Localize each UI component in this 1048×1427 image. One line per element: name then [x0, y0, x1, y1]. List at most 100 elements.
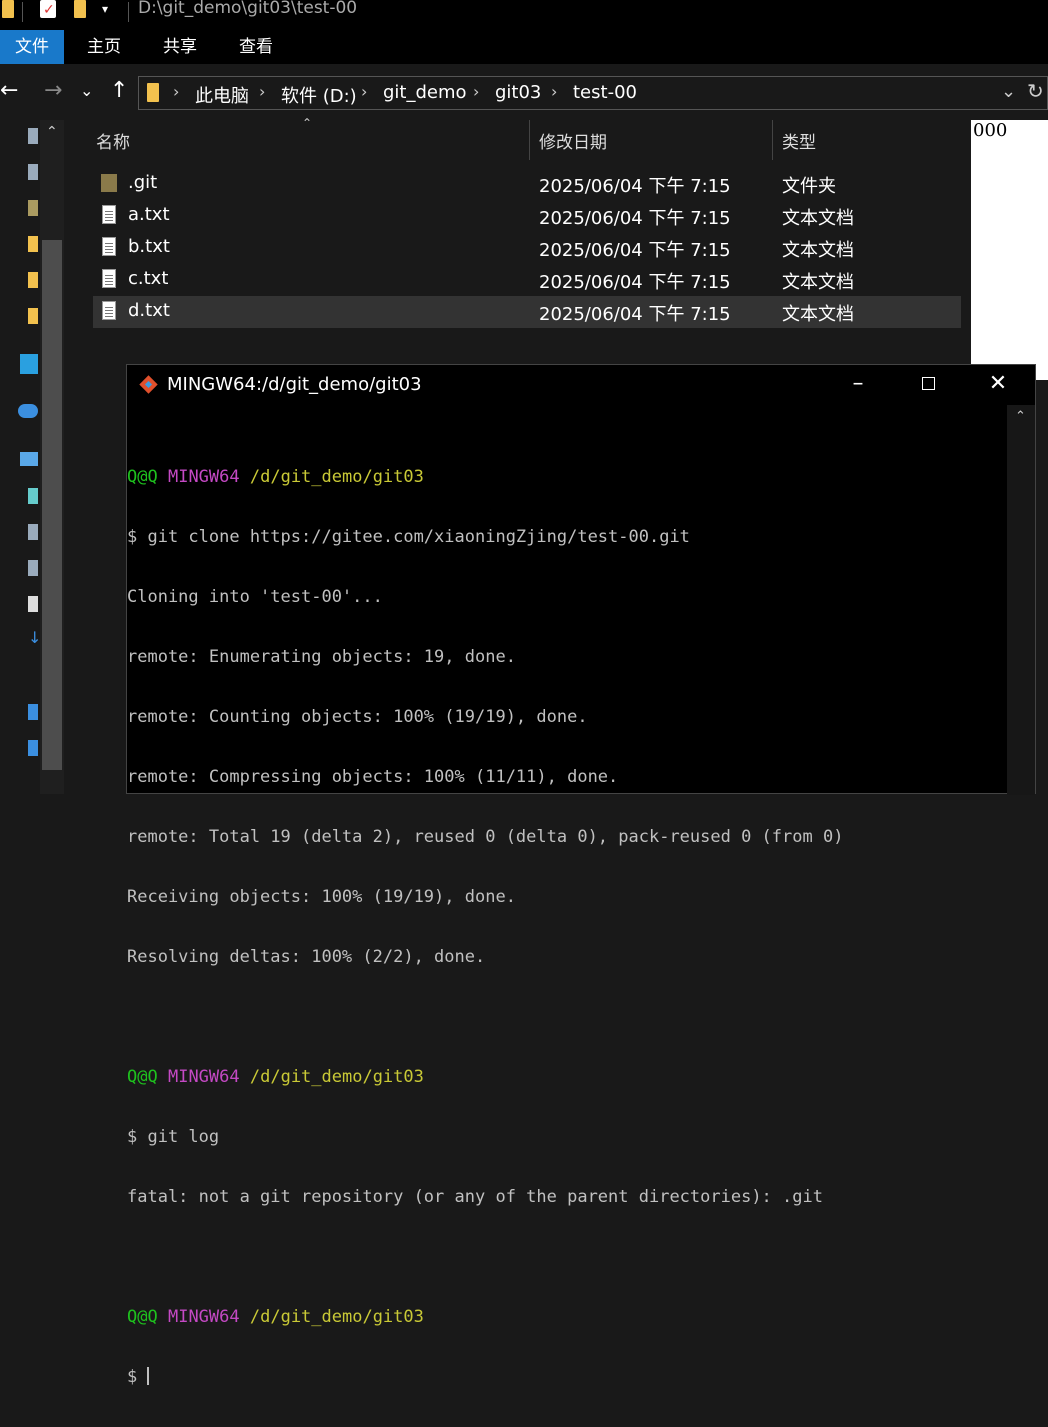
- file-date: 2025/06/04 下午 7:15: [539, 208, 731, 229]
- scroll-up-icon[interactable]: ⌃: [1015, 409, 1026, 424]
- file-row[interactable]: b.txt 2025/06/04 下午 7:15 文本文档: [93, 232, 961, 264]
- terminal-line: remote: Compressing objects: 100% (11/11…: [127, 767, 619, 787]
- maximize-icon[interactable]: [913, 371, 943, 396]
- folder-icon[interactable]: [2, 0, 14, 20]
- documents-icon[interactable]: [28, 596, 38, 612]
- downloads-icon[interactable]: ↓: [28, 628, 41, 647]
- terminal-line: $: [127, 1367, 148, 1387]
- navigation-bar: ← → ⌄ ↑ › 此电脑 › 软件 (D:) › git_demo › git…: [0, 64, 1048, 120]
- folder-icon[interactable]: [28, 200, 38, 216]
- breadcrumb-drive-d[interactable]: 软件 (D:): [281, 82, 357, 108]
- preview-text: 000: [973, 120, 1008, 141]
- terminal-line: remote: Enumerating objects: 19, done.: [127, 647, 516, 667]
- text-file-icon: [102, 301, 116, 320]
- file-date: 2025/06/04 下午 7:15: [539, 240, 731, 261]
- column-headers: ⌃ 名称 修改日期 类型: [66, 116, 970, 160]
- breadcrumb-this-pc[interactable]: 此电脑: [195, 82, 249, 108]
- tab-file[interactable]: 文件: [0, 30, 64, 64]
- terminal-line: $ git log: [127, 1127, 220, 1147]
- scroll-up-icon[interactable]: ⌃: [46, 124, 58, 140]
- text-cursor: [147, 1367, 150, 1385]
- file-name: b.txt: [128, 236, 170, 257]
- properties-icon[interactable]: ✓: [38, 0, 58, 20]
- text-file-icon: [102, 205, 116, 224]
- pictures-icon[interactable]: [28, 560, 38, 576]
- close-icon[interactable]: ✕: [983, 371, 1013, 396]
- tab-home[interactable]: 主页: [78, 30, 130, 64]
- forward-arrow-icon[interactable]: →: [44, 76, 62, 106]
- folder-icon: [147, 83, 161, 103]
- minimize-icon[interactable]: –: [843, 371, 873, 396]
- terminal-title-bar[interactable]: MINGW64:/d/git_demo/git03 – ✕: [127, 365, 1035, 405]
- breadcrumb-git03[interactable]: git03: [495, 82, 541, 103]
- file-date: 2025/06/04 下午 7:15: [539, 272, 731, 293]
- terminal-line: fatal: not a git repository (or any of t…: [127, 1187, 823, 1207]
- drive-icon[interactable]: [28, 740, 38, 756]
- chevron-right-icon[interactable]: ›: [173, 82, 179, 101]
- onedrive-icon[interactable]: [18, 404, 38, 418]
- column-header-type[interactable]: 类型: [782, 128, 816, 153]
- file-type: 文本文档: [782, 208, 854, 229]
- window-title: D:\git_demo\git03\test-00: [138, 0, 358, 18]
- chevron-right-icon[interactable]: ›: [259, 82, 265, 101]
- customize-toolbar-icon[interactable]: ▾: [102, 2, 108, 16]
- recent-locations-chevron-icon[interactable]: ⌄: [80, 76, 93, 106]
- ribbon: 文件 主页 共享 查看: [0, 30, 1048, 64]
- quick-access-item-icon[interactable]: [28, 128, 38, 144]
- file-name: .git: [128, 172, 158, 193]
- folder-icon[interactable]: [28, 236, 38, 252]
- terminal-line: remote: Counting objects: 100% (19/19), …: [127, 707, 588, 727]
- navigation-pane-scrollbar-thumb[interactable]: [42, 240, 62, 770]
- new-folder-icon[interactable]: [74, 0, 88, 20]
- terminal-title: MINGW64:/d/git_demo/git03: [167, 374, 422, 395]
- this-pc-icon[interactable]: [20, 452, 38, 466]
- terminal-line: remote: Total 19 (delta 2), reused 0 (de…: [127, 827, 844, 847]
- up-arrow-icon[interactable]: ↑: [110, 76, 128, 106]
- breadcrumb-test-00[interactable]: test-00: [573, 82, 637, 103]
- git-bash-icon: [139, 375, 159, 395]
- breadcrumb-git-demo[interactable]: git_demo: [383, 82, 467, 103]
- folder-icon[interactable]: [28, 308, 38, 324]
- chevron-right-icon[interactable]: ›: [361, 82, 367, 101]
- file-type: 文本文档: [782, 272, 854, 293]
- back-arrow-icon[interactable]: ←: [0, 76, 18, 106]
- file-type: 文件夹: [782, 176, 836, 197]
- file-date: 2025/06/04 下午 7:15: [539, 304, 731, 325]
- folder-icon[interactable]: [28, 272, 38, 288]
- file-row[interactable]: .git 2025/06/04 下午 7:15 文件夹: [93, 168, 961, 200]
- quick-access-item-icon[interactable]: [28, 164, 38, 180]
- column-header-date[interactable]: 修改日期: [539, 128, 607, 153]
- video-icon[interactable]: [28, 524, 38, 540]
- file-type: 文本文档: [782, 304, 854, 325]
- terminal-line: Cloning into 'test-00'...: [127, 587, 383, 607]
- file-name: a.txt: [128, 204, 170, 225]
- tab-share[interactable]: 共享: [154, 30, 206, 64]
- file-date: 2025/06/04 下午 7:15: [539, 176, 731, 197]
- file-row[interactable]: a.txt 2025/06/04 下午 7:15 文本文档: [93, 200, 961, 232]
- file-type: 文本文档: [782, 240, 854, 261]
- terminal-window[interactable]: MINGW64:/d/git_demo/git03 – ✕ ⌃ Q@Q MING…: [126, 364, 1036, 1387]
- chevron-down-icon[interactable]: ⌄: [1001, 81, 1016, 102]
- chevron-right-icon[interactable]: ›: [473, 82, 479, 101]
- file-row[interactable]: c.txt 2025/06/04 下午 7:15 文本文档: [93, 264, 961, 296]
- file-name: d.txt: [128, 300, 170, 321]
- terminal-line: $ git clone https://gitee.com/xiaoningZj…: [127, 527, 690, 547]
- sort-ascending-icon: ⌃: [302, 116, 313, 130]
- terminal-scrollbar[interactable]: ⌃: [1007, 405, 1035, 795]
- terminal-prompt: Q@Q MINGW64 /d/git_demo/git03: [127, 1067, 424, 1087]
- terminal-output[interactable]: Q@Q MINGW64 /d/git_demo/git03 $ git clon…: [127, 427, 843, 1427]
- file-row-selected[interactable]: d.txt 2025/06/04 下午 7:15 文本文档: [93, 296, 961, 328]
- column-header-name[interactable]: 名称: [96, 128, 130, 153]
- title-bar: ✓ ▾ D:\git_demo\git03\test-00: [0, 0, 1048, 30]
- address-bar[interactable]: › 此电脑 › 软件 (D:) › git_demo › git03 › tes…: [138, 76, 1048, 110]
- app-icon[interactable]: [20, 354, 38, 374]
- text-file-icon: [102, 269, 116, 288]
- refresh-icon[interactable]: ↻: [1027, 79, 1044, 103]
- tab-view[interactable]: 查看: [230, 30, 282, 64]
- desktop-icon[interactable]: [28, 704, 38, 720]
- terminal-input-line[interactable]: $: [127, 1367, 843, 1387]
- file-name: c.txt: [128, 268, 169, 289]
- chevron-right-icon[interactable]: ›: [551, 82, 557, 101]
- 3d-objects-icon[interactable]: [28, 488, 38, 504]
- terminal-prompt: Q@Q MINGW64 /d/git_demo/git03: [127, 1307, 424, 1327]
